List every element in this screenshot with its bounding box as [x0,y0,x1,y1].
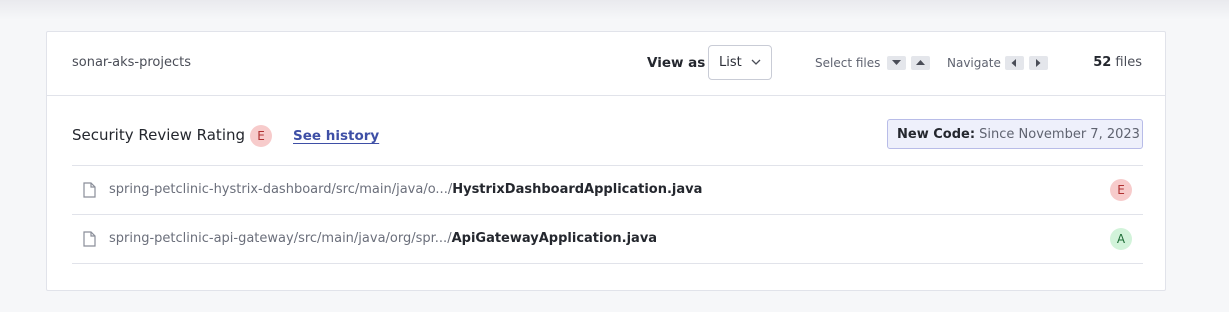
arrow-left-icon[interactable] [1005,56,1024,70]
list-divider [72,263,1143,312]
see-history-link[interactable]: See history [293,128,379,144]
arrow-right-icon[interactable] [1029,56,1048,70]
file-name: ApiGatewayApplication.java [451,231,658,246]
file-path[interactable]: spring-petclinic-hystrix-dashboard/src/m… [109,182,702,197]
project-name: sonar-aks-projects [72,55,191,70]
view-as-value: List [719,55,742,70]
file-rating-badge: A [1110,228,1132,250]
file-count-suffix: files [1111,55,1142,70]
rating-badge: E [250,125,272,147]
page-title: Security Review Rating [72,126,246,144]
file-rating-badge: E [1110,179,1132,201]
list-item[interactable]: spring-petclinic-api-gateway/src/main/ja… [72,214,1143,263]
file-icon [83,182,96,202]
new-code-period: New Code: Since November 7, 2023 [887,119,1143,149]
new-code-label: New Code: [897,127,976,142]
select-files-label: Select files [815,56,881,70]
file-name: HystrixDashboardApplication.java [452,182,703,197]
file-count-number: 52 [1093,55,1112,70]
chevron-down-icon [751,56,761,66]
file-count: 52 files [1093,55,1142,70]
list-item[interactable]: spring-petclinic-hystrix-dashboard/src/m… [72,165,1143,214]
arrow-down-icon[interactable] [887,56,906,70]
file-icon [83,231,96,251]
file-list: spring-petclinic-hystrix-dashboard/src/m… [72,165,1143,312]
measures-card: sonar-aks-projects View as List Select f… [46,31,1166,291]
view-as-select[interactable]: List [708,45,772,80]
toolbar: sonar-aks-projects View as List Select f… [47,32,1165,96]
file-dir: spring-petclinic-hystrix-dashboard/src/m… [109,182,453,197]
view-as-label: View as [647,55,706,71]
file-dir: spring-petclinic-api-gateway/src/main/ja… [109,231,452,246]
file-path[interactable]: spring-petclinic-api-gateway/src/main/ja… [109,231,657,246]
navigate-label: Navigate [947,56,1001,70]
top-shade [0,0,1229,20]
new-code-value: Since November 7, 2023 [975,127,1140,142]
arrow-up-icon[interactable] [911,56,930,70]
